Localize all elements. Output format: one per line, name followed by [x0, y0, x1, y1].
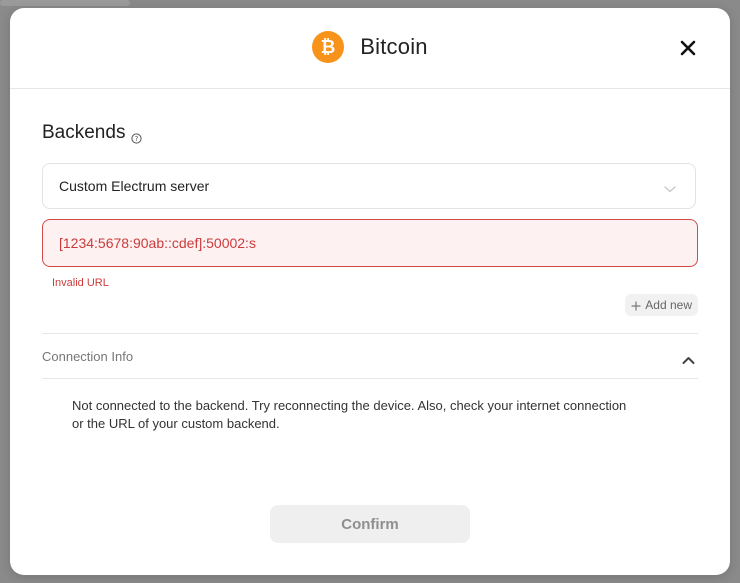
backends-section-title: Backends ?	[42, 122, 143, 144]
close-icon[interactable]	[679, 39, 697, 57]
add-new-label: Add new	[645, 298, 692, 312]
plus-icon	[631, 300, 641, 311]
url-error-message: Invalid URL	[52, 277, 109, 289]
chevron-down-icon	[663, 181, 677, 193]
modal-title-wrap: ₿ Bitcoin	[10, 30, 730, 64]
svg-text:?: ?	[135, 135, 139, 143]
svg-text:₿: ₿	[321, 37, 336, 58]
divider	[42, 378, 698, 379]
confirm-button[interactable]: Confirm	[270, 505, 470, 543]
add-new-button[interactable]: Add new	[625, 294, 698, 316]
chevron-up-icon	[682, 352, 695, 364]
backends-title-text: Backends	[42, 122, 126, 143]
bitcoin-settings-modal: ₿ Bitcoin Backends ? Custom Electrum ser…	[10, 8, 730, 575]
modal-header: ₿ Bitcoin	[10, 8, 730, 89]
modal-title: Bitcoin	[360, 34, 428, 59]
bitcoin-icon: ₿	[312, 31, 345, 63]
connection-info-message: Not connected to the backend. Try reconn…	[72, 398, 627, 431]
backend-type-select[interactable]: Custom Electrum server	[42, 163, 696, 209]
backend-url-input[interactable]	[42, 219, 698, 267]
backend-type-value: Custom Electrum server	[59, 178, 210, 194]
connection-info-toggle[interactable]: Connection Info	[42, 334, 698, 378]
connection-info-title: Connection Info	[42, 348, 134, 364]
help-icon[interactable]: ?	[131, 128, 143, 144]
